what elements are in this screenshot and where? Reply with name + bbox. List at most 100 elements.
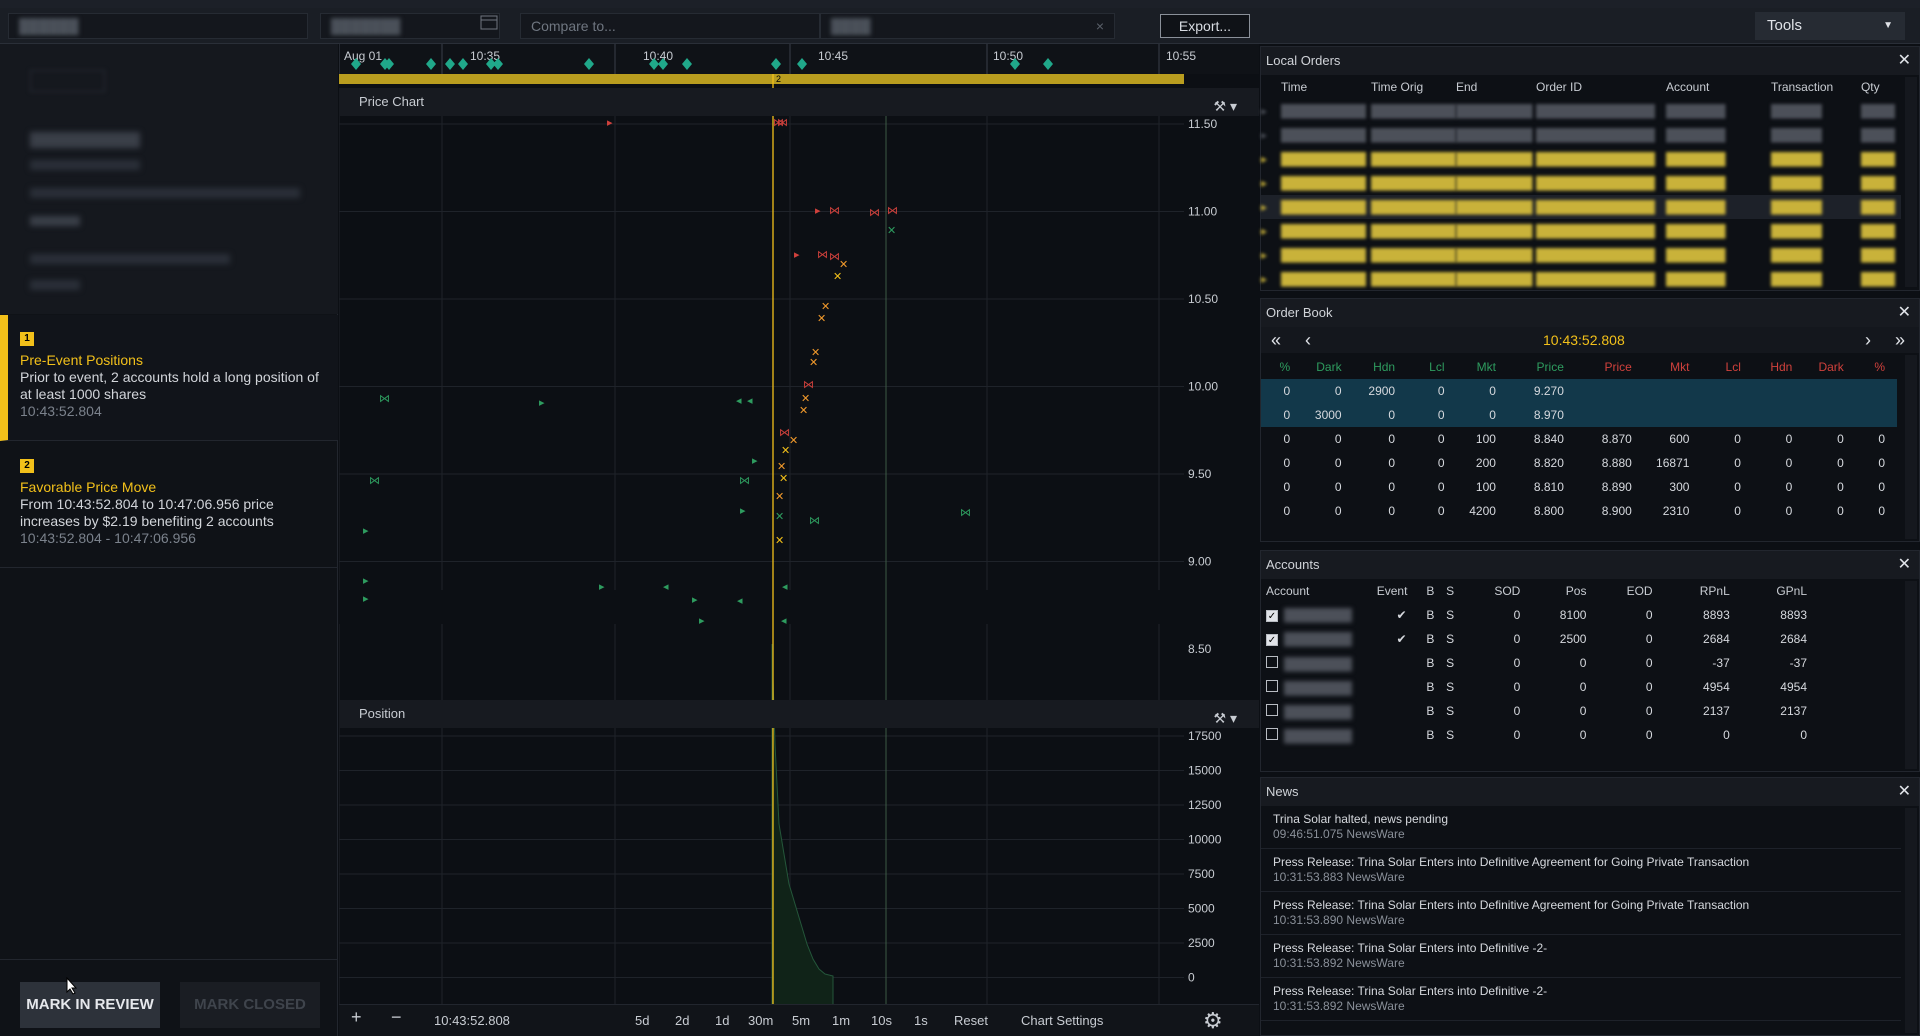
table-row[interactable]: ✓ ████████ ✔ B S 0 2500 0 2684 2684	[1261, 627, 1821, 651]
close-icon[interactable]: ×	[1096, 14, 1104, 38]
mark-closed-button[interactable]: MARK CLOSED	[180, 982, 320, 1028]
range-10s-button[interactable]: 10s	[871, 1013, 892, 1028]
news-title: News	[1266, 784, 1299, 799]
table-row[interactable]: ▸ ██████████ ██████████ █████████ ██████████…	[1261, 99, 1901, 123]
event-item-1[interactable]: 1 Pre-Event Positions Prior to event, 2 …	[0, 315, 338, 441]
table-row[interactable]: 0 0 0 0 4200 8.800 8.900 2310 0 0 0 0	[1261, 499, 1897, 523]
chart-tools-icon[interactable]: ⚒ ▾	[1214, 92, 1237, 120]
table-cell: 0	[1388, 480, 1396, 494]
tools-menu[interactable]: Tools ▼	[1755, 12, 1905, 40]
range-5m-button[interactable]: 5m	[792, 1013, 810, 1028]
column-header[interactable]: Pos	[1534, 579, 1600, 603]
scrollbar[interactable]	[1905, 77, 1917, 287]
compare-select[interactable]: ████ ×	[820, 13, 1115, 39]
trade-marker: ◂	[663, 580, 669, 593]
scrollbar[interactable]	[1905, 581, 1917, 769]
chevron-left-icon[interactable]: ‹	[1305, 330, 1311, 351]
chevron-right-icon[interactable]: ›	[1865, 330, 1871, 351]
scrollbar[interactable]	[1905, 808, 1917, 1033]
accounts-rows: ✓ ████████ ✔ B S 0 8100 0 8893 8893 ✓ ████████ ✔ B S 0 2…	[1261, 603, 1821, 747]
column-header[interactable]: Time Orig	[1371, 75, 1456, 99]
range-2d-button[interactable]: 2d	[675, 1013, 689, 1028]
table-row[interactable]: ████████ B S 0 0 0 2137 2137	[1261, 699, 1821, 723]
table-cell: 0	[1785, 480, 1793, 494]
table-row[interactable]: ▸ ██████████ ██████████ █████████ ██████████…	[1261, 219, 1901, 243]
order-book-header: Order Book ✕	[1261, 299, 1919, 327]
table-row[interactable]: 0 0 2900 0 0 9.270	[1261, 379, 1897, 403]
account-checkbox[interactable]	[1266, 727, 1278, 740]
news-item[interactable]: Trina Solar halted, news pending 09:46:51…	[1261, 806, 1901, 849]
range-1d-button[interactable]: 1d	[715, 1013, 729, 1028]
table-cell	[1855, 379, 1897, 403]
reset-button[interactable]: Reset	[954, 1013, 988, 1028]
table-row[interactable]: ████████ B S 0 0 0 0 0	[1261, 723, 1821, 747]
export-button[interactable]: Export...	[1160, 14, 1250, 38]
column-header[interactable]: SOD	[1479, 579, 1534, 603]
table-row[interactable]: ▸ ██████████ ██████████ █████████ ██████████…	[1261, 267, 1901, 291]
range-1s-button[interactable]: 1s	[914, 1013, 928, 1028]
event-range-bar[interactable]	[339, 74, 1184, 84]
account-checkbox[interactable]: ✓	[1266, 634, 1278, 646]
close-icon[interactable]: ✕	[1898, 47, 1911, 75]
zoom-out-button[interactable]: −	[391, 1007, 402, 1028]
cursor-time: 10:43:52.808	[434, 1013, 510, 1028]
close-icon[interactable]: ✕	[1898, 551, 1911, 579]
column-header[interactable]: S	[1446, 579, 1479, 603]
case-status-badge	[30, 70, 105, 92]
close-icon[interactable]: ✕	[1898, 778, 1911, 806]
column-header[interactable]: Transaction	[1771, 75, 1861, 99]
range-1m-button[interactable]: 1m	[832, 1013, 850, 1028]
scrollbar[interactable]	[1905, 355, 1917, 539]
table-row[interactable]: 0 0 0 0 100 8.840 8.870 600 0 0 0 0	[1261, 427, 1897, 451]
table-row[interactable]: ████████ B S 0 0 0 4954 4954	[1261, 675, 1821, 699]
event-item-2[interactable]: 2 Favorable Price Move From 10:43:52.804…	[0, 442, 338, 568]
gear-icon[interactable]: ⚙	[1203, 1008, 1223, 1034]
column-header[interactable]: GPnL	[1744, 579, 1821, 603]
table-row[interactable]: ▸ ██████████ ██████████ █████████ ██████████…	[1261, 147, 1901, 171]
column-header[interactable]: EOD	[1600, 579, 1666, 603]
news-item[interactable]: Press Release: Trina Solar Enters into D…	[1261, 849, 1901, 892]
table-cell: █████████	[1456, 200, 1533, 214]
symbol-field[interactable]: ██████	[8, 13, 308, 39]
compare-input[interactable]: Compare to...	[520, 13, 820, 39]
range-5d-button[interactable]: 5d	[635, 1013, 649, 1028]
calendar-icon[interactable]	[470, 13, 500, 39]
chart-settings-button[interactable]: Chart Settings	[1021, 1013, 1103, 1028]
close-icon[interactable]: ✕	[1898, 299, 1911, 327]
table-row[interactable]: 0 3000 0 0 0 8.970	[1261, 403, 1897, 427]
table-row[interactable]: ✓ ████████ ✔ B S 0 8100 0 8893 8893	[1261, 603, 1821, 627]
column-header[interactable]: RPnL	[1667, 579, 1744, 603]
column-header[interactable]: Time	[1281, 75, 1371, 99]
news-item[interactable]: Press Release: Trina Solar Enters into D…	[1261, 978, 1901, 1021]
range-30m-button[interactable]: 30m	[748, 1013, 773, 1028]
column-header[interactable]: Qty	[1861, 75, 1901, 99]
account-checkbox[interactable]	[1266, 703, 1278, 716]
account-checkbox[interactable]	[1266, 655, 1278, 668]
column-header[interactable]: Event	[1377, 579, 1427, 603]
pos-cell: 0	[1579, 728, 1587, 742]
chart-tools-icon[interactable]: ⚒ ▾	[1214, 704, 1237, 732]
order-book-title: Order Book	[1266, 305, 1333, 320]
double-chevron-right-icon[interactable]: »	[1895, 330, 1905, 351]
news-item[interactable]: Press Release: Trina Solar Enters into D…	[1261, 892, 1901, 935]
news-item[interactable]: Press Release: Trina Solar Enters into D…	[1261, 935, 1901, 978]
table-row[interactable]: ▸ ██████████ ██████████ █████████ ██████████…	[1261, 243, 1901, 267]
account-checkbox[interactable]	[1266, 679, 1278, 692]
mark-in-review-button[interactable]: MARK IN REVIEW	[20, 982, 160, 1028]
account-cell: ████████	[1261, 699, 1377, 723]
table-row[interactable]: ████████ B S 0 0 0 -37 -37	[1261, 651, 1821, 675]
column-header[interactable]: B	[1426, 579, 1446, 603]
column-header[interactable]: Account	[1261, 579, 1377, 603]
account-checkbox[interactable]: ✓	[1266, 610, 1278, 622]
zoom-in-button[interactable]: +	[351, 1007, 362, 1028]
chart-svg[interactable]: Aug 01 10:35 10:40 10:45 10:50 10:55 2 1…	[339, 44, 1259, 1004]
double-chevron-left-icon[interactable]: «	[1271, 330, 1281, 351]
table-row[interactable]: 0 0 0 0 100 8.810 8.890 300 0 0 0 0	[1261, 475, 1897, 499]
column-header[interactable]: End	[1456, 75, 1536, 99]
column-header[interactable]: Account	[1666, 75, 1771, 99]
table-row[interactable]: 0 0 0 0 200 8.820 8.880 16871 0 0 0 0	[1261, 451, 1897, 475]
table-row[interactable]: ▸ ██████████ ██████████ █████████ ██████████…	[1261, 195, 1901, 219]
column-header[interactable]: Order ID	[1536, 75, 1666, 99]
table-row[interactable]: ▸ ██████████ ██████████ █████████ ██████████…	[1261, 123, 1901, 147]
table-row[interactable]: ▸ ██████████ ██████████ █████████ ██████████…	[1261, 171, 1901, 195]
